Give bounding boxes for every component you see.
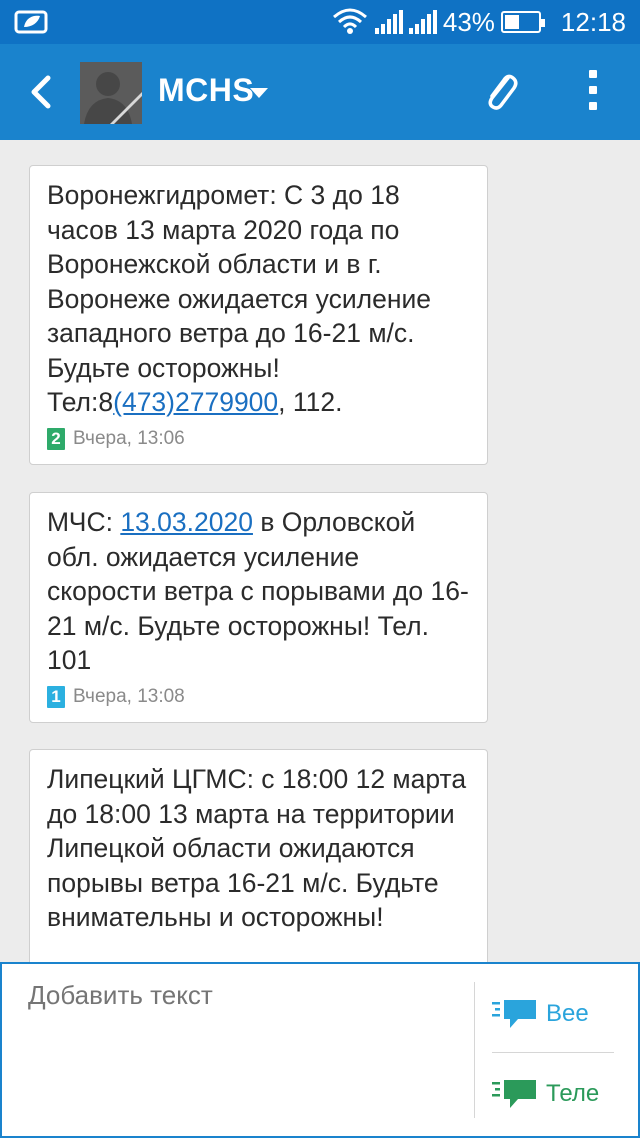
signal-sim2-icon [408, 10, 437, 34]
app-bar: MCHS [0, 44, 640, 140]
paperclip-icon[interactable] [478, 68, 522, 116]
message-text: Воронежгидромет: С 3 до 18 часов 13 март… [47, 178, 471, 420]
sim1-icon: 1 [47, 685, 65, 708]
send-sim2-button[interactable]: Теле [492, 1064, 622, 1124]
message-bubble[interactable]: Воронежгидромет: С 3 до 18 часов 13 март… [29, 165, 488, 465]
dropdown-arrow-icon[interactable] [250, 88, 268, 98]
signal-sim1-icon [374, 10, 403, 34]
message-text-part: Липецкий ЦГМС: с 18:00 12 марта до 18:00… [47, 764, 467, 932]
person-silhouette-icon [80, 62, 142, 124]
message-bubble[interactable]: МЧС: 13.03.2020 в Орловской обл. ожидает… [29, 492, 488, 723]
message-text: МЧС: 13.03.2020 в Орловской обл. ожидает… [47, 505, 471, 678]
wifi-icon [332, 8, 367, 34]
compose-bar: Вее Теле [0, 962, 640, 1138]
clock: 12:18 [560, 6, 626, 37]
send-sim1-button[interactable]: Вее [492, 984, 622, 1044]
message-input[interactable] [28, 980, 448, 1011]
back-arrow-icon[interactable] [20, 70, 64, 114]
phone-link[interactable]: (473)2779900 [113, 387, 278, 417]
battery-saver-icon [14, 10, 48, 34]
message-thread[interactable]: Воронежгидромет: С 3 до 18 часов 13 март… [0, 140, 640, 962]
message-timestamp: Вчера, 13:06 [73, 427, 185, 449]
send-message-icon [492, 1000, 536, 1028]
message-timestamp: Вчера, 13:08 [73, 685, 185, 707]
message-text-part: , 112. [278, 387, 343, 417]
message-meta: 2 Вчера, 13:06 [47, 427, 471, 450]
send-message-icon [492, 1080, 536, 1108]
message-text: Липецкий ЦГМС: с 18:00 12 марта до 18:00… [47, 762, 471, 935]
message-text-part: Воронежгидромет: С 3 до 18 часов 13 март… [47, 180, 432, 417]
contact-name[interactable]: MCHS [158, 72, 254, 109]
sim2-icon: 2 [47, 427, 65, 450]
compose-divider [474, 982, 475, 1118]
message-text-part: МЧС: [47, 507, 121, 537]
contact-avatar[interactable] [80, 62, 142, 124]
status-bar: 43% 12:18 [0, 0, 640, 44]
send-divider [492, 1052, 614, 1053]
battery-percent: 43% [442, 6, 495, 37]
message-bubble[interactable]: Липецкий ЦГМС: с 18:00 12 марта до 18:00… [29, 749, 488, 962]
message-meta: 1 Вчера, 13:08 [47, 685, 471, 708]
send-sim2-label: Теле [546, 1080, 600, 1107]
date-link[interactable]: 13.03.2020 [120, 507, 253, 537]
overflow-menu-icon[interactable] [576, 70, 610, 114]
send-sim1-label: Вее [546, 1000, 589, 1027]
battery-icon [500, 11, 545, 33]
